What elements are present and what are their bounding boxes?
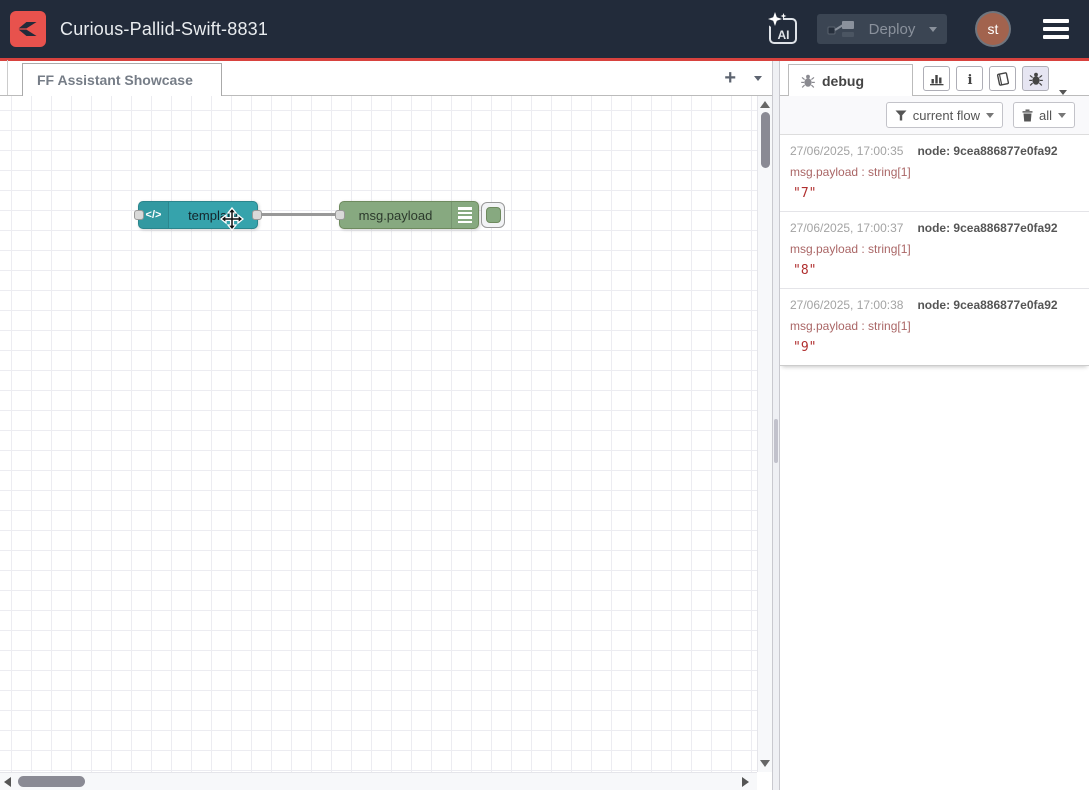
- clear-button-label: all: [1039, 108, 1052, 123]
- message-value: "7": [790, 186, 1079, 201]
- canvas-horizontal-scrollbar[interactable]: [0, 772, 757, 790]
- workspace-tab-label: FF Assistant Showcase: [37, 72, 193, 88]
- sidebar-tab-label: debug: [822, 73, 864, 89]
- message-timestamp: 27/06/2025, 17:00:37: [790, 221, 903, 235]
- header-actions: AI Deploy st: [765, 11, 1089, 47]
- deploy-options-caret-icon[interactable]: [929, 27, 937, 32]
- flowfuse-logo-glyph: [14, 15, 42, 43]
- debug-node-label: msg.payload: [340, 208, 451, 223]
- splitter-drag-handle[interactable]: [774, 419, 778, 463]
- add-flow-button[interactable]: +: [724, 68, 736, 88]
- message-node-id: node: 9cea886877e0fa92: [917, 221, 1057, 235]
- canvas-vertical-scrollbar[interactable]: [757, 96, 772, 772]
- node-red-editor: Curious-Pallid-Swift-8831 AI Dep: [0, 0, 1089, 790]
- debug-filter-button[interactable]: current flow: [886, 102, 1003, 128]
- main-area: FF Assistant Showcase + </> template: [0, 61, 1089, 790]
- debug-input-port[interactable]: [335, 210, 345, 220]
- scroll-right-arrow-icon[interactable]: [742, 777, 749, 787]
- flow-list-caret-icon[interactable]: [754, 76, 762, 81]
- tab-help-docs[interactable]: [989, 66, 1016, 91]
- instance-title: Curious-Pallid-Swift-8831: [60, 19, 268, 40]
- debug-message[interactable]: 27/06/2025, 17:00:35 node: 9cea886877e0f…: [780, 135, 1089, 212]
- deploy-pipeline-icon: [827, 20, 855, 38]
- sidebar-tabs-caret-icon[interactable]: [1059, 90, 1067, 95]
- sidebar-splitter[interactable]: [772, 61, 780, 790]
- debug-clear-button[interactable]: all: [1013, 102, 1075, 128]
- svg-text:AI: AI: [778, 28, 790, 42]
- debug-message-list: 27/06/2025, 17:00:35 node: 9cea886877e0f…: [780, 135, 1089, 366]
- bar-chart-icon: [929, 72, 945, 86]
- filter-button-label: current flow: [913, 108, 980, 123]
- tab-info[interactable]: i: [956, 66, 983, 91]
- bug-icon: [1029, 72, 1043, 86]
- workspace-column: FF Assistant Showcase + </> template: [0, 61, 772, 790]
- sidebar-icon-tabs: i: [923, 66, 1049, 91]
- debug-message[interactable]: 27/06/2025, 17:00:38 node: 9cea886877e0f…: [780, 289, 1089, 365]
- clear-caret-icon: [1058, 113, 1066, 118]
- book-icon: [995, 72, 1011, 86]
- move-cursor-icon: [220, 207, 244, 236]
- scroll-down-arrow-icon[interactable]: [760, 760, 770, 767]
- tab-debug-messages[interactable]: [1022, 66, 1049, 91]
- vertical-scroll-thumb[interactable]: [761, 112, 770, 168]
- debug-toolbar: current flow all: [780, 96, 1089, 135]
- message-property[interactable]: msg.payload : string[1]: [790, 319, 1079, 333]
- tab-dashboard-chart[interactable]: [923, 66, 950, 91]
- message-property[interactable]: msg.payload : string[1]: [790, 242, 1079, 256]
- template-output-port[interactable]: [252, 210, 262, 220]
- tab-scroll-edge: [0, 60, 8, 95]
- tab-ff-assistant-showcase[interactable]: FF Assistant Showcase: [22, 63, 222, 96]
- svg-text:i: i: [967, 73, 972, 86]
- trash-icon: [1022, 109, 1033, 122]
- sidebar-tab-debug[interactable]: debug: [788, 64, 913, 96]
- hamburger-icon: [1043, 19, 1069, 23]
- wire-template-to-debug[interactable]: [257, 213, 341, 216]
- deploy-label: Deploy: [865, 21, 919, 38]
- debug-enable-toggle[interactable]: [481, 202, 505, 228]
- filter-funnel-icon: [895, 110, 907, 121]
- sidebar-tabbar: debug i: [780, 61, 1089, 96]
- horizontal-scroll-thumb[interactable]: [18, 776, 85, 787]
- header: Curious-Pallid-Swift-8831 AI Dep: [0, 0, 1089, 61]
- filter-caret-icon: [986, 113, 994, 118]
- template-input-port[interactable]: [134, 210, 144, 220]
- user-avatar[interactable]: st: [977, 13, 1009, 45]
- sidebar: debug i: [780, 61, 1089, 790]
- message-property[interactable]: msg.payload : string[1]: [790, 165, 1079, 179]
- main-menu-button[interactable]: [1039, 15, 1073, 43]
- tabbar-actions: +: [724, 61, 762, 95]
- flow-canvas[interactable]: </> template msg.payload: [0, 96, 757, 772]
- message-timestamp: 27/06/2025, 17:00:35: [790, 144, 903, 158]
- ai-assistant-button[interactable]: AI: [765, 11, 801, 47]
- message-node-id: node: 9cea886877e0fa92: [917, 144, 1057, 158]
- message-value: "9": [790, 340, 1079, 355]
- message-timestamp: 27/06/2025, 17:00:38: [790, 298, 903, 312]
- deploy-button[interactable]: Deploy: [817, 14, 947, 44]
- workspace-tabbar: FF Assistant Showcase +: [0, 61, 772, 96]
- info-icon: i: [965, 72, 975, 86]
- message-value: "8": [790, 263, 1079, 278]
- bug-icon: [801, 74, 815, 88]
- flowfuse-logo-icon[interactable]: [10, 11, 46, 47]
- message-node-id: node: 9cea886877e0fa92: [917, 298, 1057, 312]
- ai-sparkle-icon: AI: [766, 12, 800, 46]
- debug-toggle-state: [486, 207, 501, 223]
- debug-lines-icon: [451, 202, 478, 228]
- node-msg-payload-debug[interactable]: msg.payload: [339, 201, 479, 229]
- scroll-up-arrow-icon[interactable]: [760, 101, 770, 108]
- debug-message[interactable]: 27/06/2025, 17:00:37 node: 9cea886877e0f…: [780, 212, 1089, 289]
- scroll-left-arrow-icon[interactable]: [4, 777, 11, 787]
